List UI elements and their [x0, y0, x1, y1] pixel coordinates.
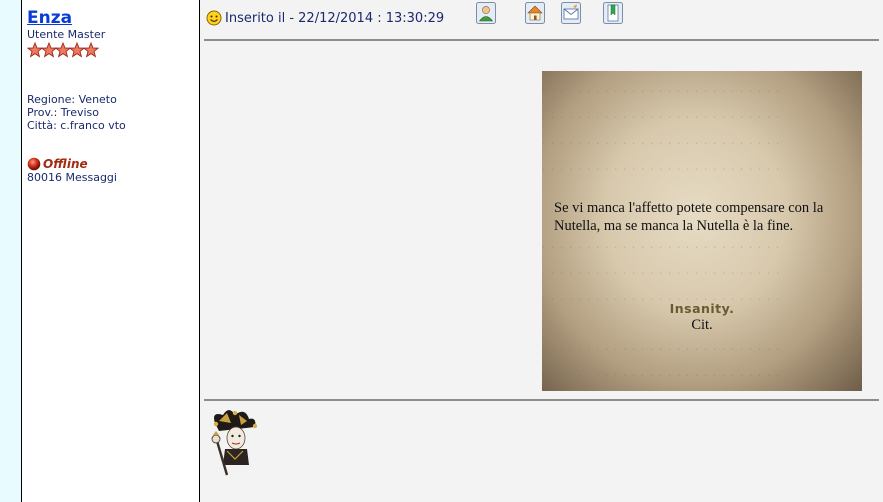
author-sidebar: Enza Utente Master Regione: Veneto Prov.… [22, 0, 200, 502]
email-icon[interactable] [561, 2, 581, 24]
signature-divider [204, 399, 879, 401]
bookmark-icon[interactable] [603, 2, 623, 24]
user-status: Offline 80016 Messaggi [27, 157, 199, 184]
message-count: 80016 Messaggi [27, 171, 117, 184]
city-label: Città: c.franco vto [27, 119, 126, 132]
offline-icon [27, 157, 41, 171]
jester-signature-icon [211, 410, 258, 476]
post-date: Inserito il - 22/12/2014 : 13:30:29 [225, 10, 445, 26]
user-rank: Utente Master [27, 28, 106, 41]
post-content: Inserito il - 22/12/2014 : 13:30:29 · · … [200, 0, 883, 502]
image-cit: Cit. [691, 317, 713, 333]
username-link[interactable]: Enza [27, 8, 199, 28]
profile-icon[interactable] [476, 2, 496, 24]
rank-star-icon [83, 42, 99, 58]
rank-stars [27, 42, 199, 58]
post-image: · · · · · · · · · · · · · · · · · · · · … [542, 71, 862, 391]
offline-status: Offline [43, 156, 88, 171]
left-strip [0, 0, 22, 502]
image-quote: Se vi manca l'affetto potete compensare … [554, 200, 824, 234]
image-brand: Insanity. [669, 301, 735, 316]
header-divider [204, 39, 879, 41]
province-label: Prov.: Treviso [27, 106, 99, 119]
smiley-icon [206, 10, 222, 26]
user-location: Regione: Veneto Prov.: Treviso Città: c.… [27, 93, 199, 132]
home-icon[interactable] [525, 2, 545, 24]
region-label: Regione: Veneto [27, 93, 117, 106]
